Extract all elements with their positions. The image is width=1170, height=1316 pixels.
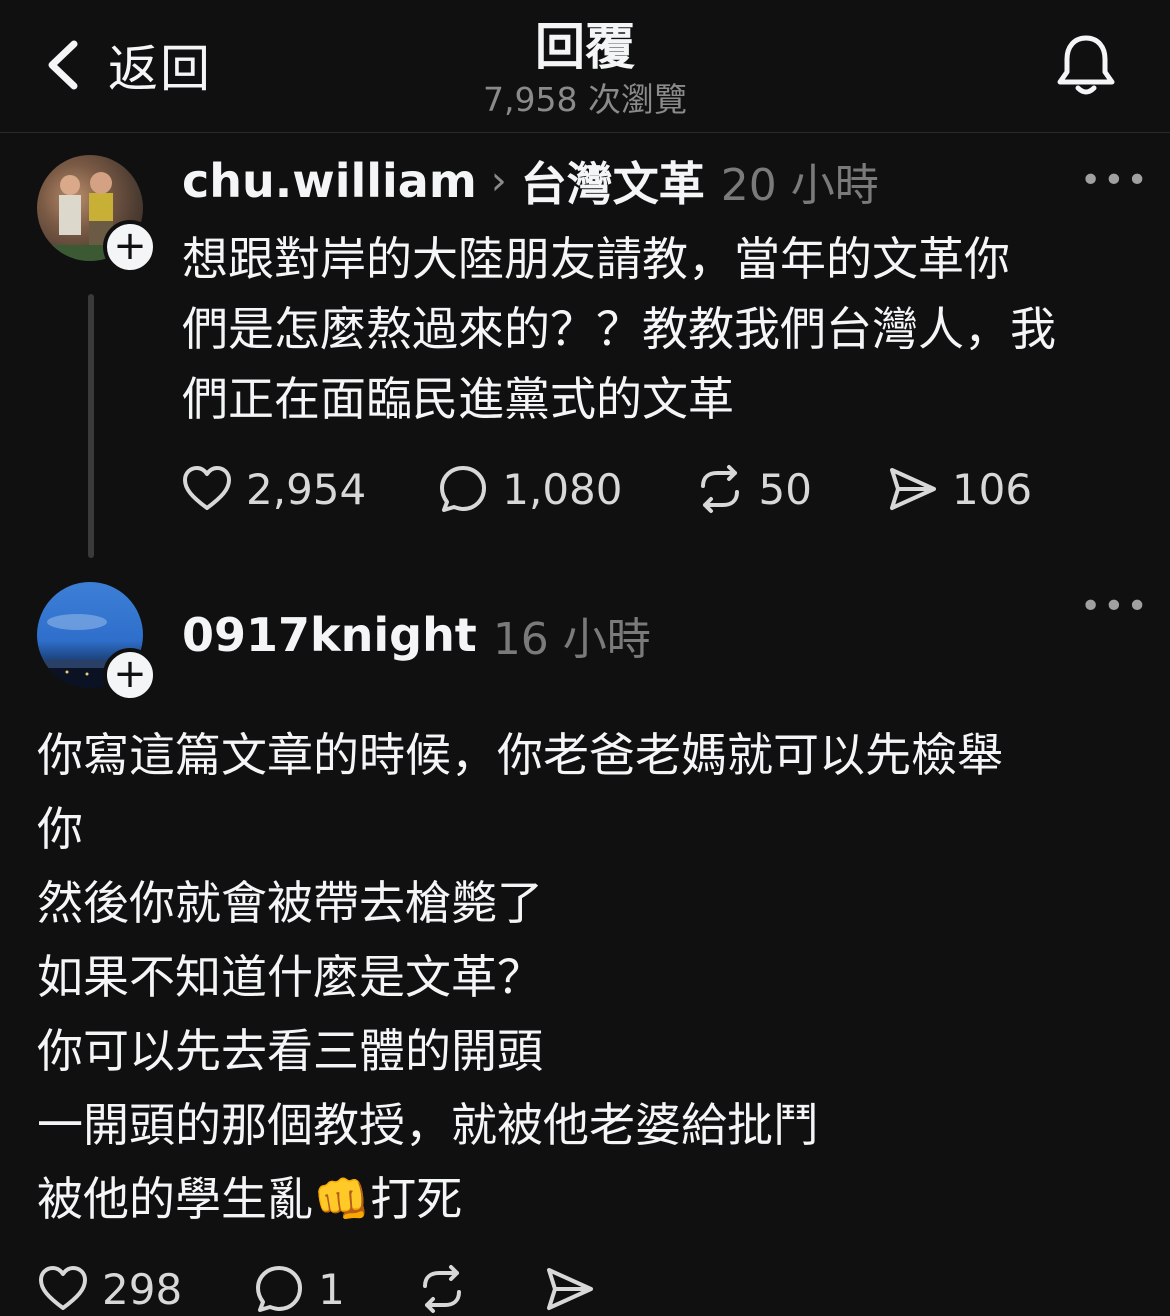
reply-button[interactable]: 1 <box>252 1262 345 1316</box>
follow-button[interactable]: + <box>103 220 157 274</box>
action-bar: 2,954 1,080 50 106 <box>180 462 1032 516</box>
repost-icon <box>422 1265 461 1313</box>
share-count: 106 <box>951 464 1033 514</box>
thread-line <box>88 294 94 558</box>
post-text: 你寫這篇文章的時候，你老爸老媽就可以先檢舉 你 然後你就會被帶去槍斃了 如果不知… <box>37 728 1003 1226</box>
like-count: 2,954 <box>246 464 367 514</box>
share-button[interactable]: 106 <box>886 462 1032 516</box>
reply-button[interactable]: 1,080 <box>436 462 623 516</box>
repost-count: 50 <box>758 464 812 514</box>
action-bar: 298 1 <box>36 1262 597 1316</box>
more-options-button[interactable]: ••• <box>1080 160 1150 201</box>
repost-icon <box>700 465 739 513</box>
post-time: 16 小時 <box>492 614 651 665</box>
page-title: 回覆 <box>535 18 635 76</box>
heart-icon <box>183 466 231 510</box>
post-meta: 0917knight 16 小時 <box>182 604 651 666</box>
bell-icon[interactable] <box>1050 30 1122 102</box>
reply-count: 1,080 <box>502 464 623 514</box>
follow-button[interactable]: + <box>103 648 157 702</box>
share-button[interactable] <box>543 1262 597 1316</box>
view-count: 7,958 次瀏覽 <box>483 80 687 119</box>
comment-icon <box>440 466 487 512</box>
repost-button[interactable] <box>415 1262 469 1316</box>
post-text: 想跟對岸的大陸朋友請教，當年的文革你 們是怎麼熬過來的？？教教我們台灣人，我 們… <box>182 232 1056 426</box>
post-meta: chu.william › 台灣文革 20 小時 <box>182 150 879 212</box>
send-icon <box>889 468 936 510</box>
post-time: 20 小時 <box>720 160 879 211</box>
username[interactable]: 0917knight <box>182 608 477 662</box>
top-nav-bar: 返回 回覆 7,958 次瀏覽 <box>0 0 1170 133</box>
reply-count: 1 <box>318 1264 345 1314</box>
repost-button[interactable]: 50 <box>693 462 812 516</box>
comment-icon <box>256 1266 303 1312</box>
community-name[interactable]: 台灣文革 <box>521 148 705 214</box>
like-button[interactable]: 2,954 <box>180 462 366 516</box>
username[interactable]: chu.william <box>182 154 477 208</box>
title-block: 回覆 7,958 次瀏覽 <box>0 14 1170 120</box>
heart-icon <box>39 1266 87 1310</box>
chevron-right-icon: › <box>490 158 507 204</box>
like-count: 298 <box>102 1264 183 1314</box>
like-button[interactable]: 298 <box>36 1262 182 1316</box>
send-icon <box>546 1268 593 1310</box>
more-options-button[interactable]: ••• <box>1080 586 1150 627</box>
